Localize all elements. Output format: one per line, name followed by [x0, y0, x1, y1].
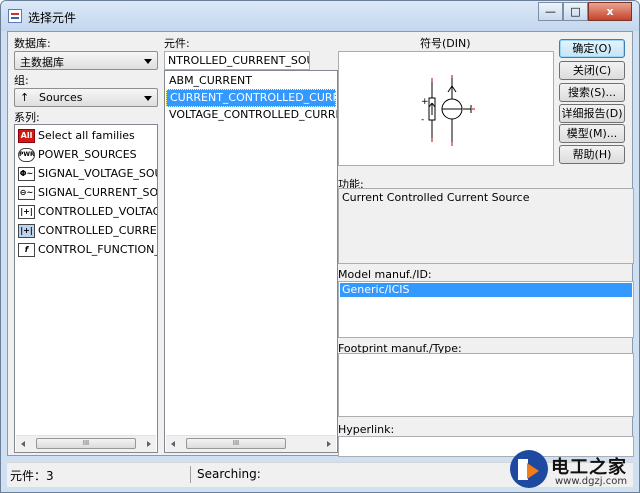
model-list[interactable]: Generic/ICIS [338, 281, 634, 338]
family-item-signal-voltage[interactable]: Φ~ SIGNAL_VOLTAGE_SOURC [16, 165, 157, 183]
scroll-right-icon[interactable] [147, 441, 151, 447]
component-hscrollbar[interactable]: III [166, 435, 336, 452]
symbol-minus: - [421, 115, 424, 125]
family-item-label: CONTROLLED_VOLTAGE_S [38, 205, 157, 218]
power-source-icon: PWR [18, 148, 35, 162]
status-divider [190, 466, 191, 483]
searching-status: Searching: [197, 467, 261, 481]
family-item-power-sources[interactable]: PWR POWER_SOURCES [16, 146, 156, 164]
title-bar[interactable]: 选择元件 — □ x [1, 1, 639, 31]
sources-icon: ↑ [20, 91, 30, 104]
family-item-controlled-voltage[interactable]: |+| CONTROLLED_VOLTAGE_S [16, 203, 157, 221]
family-item-signal-current[interactable]: ⊖~ SIGNAL_CURRENT_SOURC [16, 184, 158, 202]
controlled-current-icon: |+| [18, 224, 35, 238]
control-function-icon: f [18, 243, 35, 257]
model-label: Model manuf./ID: [338, 268, 432, 281]
group-select[interactable]: ↑ Sources [14, 88, 158, 107]
scroll-left-icon[interactable] [21, 441, 25, 447]
family-item-control-function[interactable]: f CONTROL_FUNCTION_BLO [16, 241, 157, 259]
family-hscrollbar[interactable]: III [16, 435, 156, 452]
family-label: 系列: [14, 111, 40, 124]
model-button[interactable]: 模型(M)... [559, 124, 625, 143]
help-button[interactable]: 帮助(H) [559, 145, 625, 164]
scroll-left-icon[interactable] [171, 441, 175, 447]
function-field: Current Controlled Current Source [338, 188, 634, 264]
maximize-button[interactable]: □ [563, 2, 588, 21]
scroll-thumb[interactable]: III [186, 438, 286, 449]
hyperlink-label: Hyperlink: [338, 423, 395, 436]
database-value: 主数据库 [20, 56, 64, 69]
model-item-selected[interactable]: Generic/ICIS [340, 283, 632, 297]
family-item-controlled-current[interactable]: |+| CONTROLLED_CURRENT_S [16, 222, 157, 240]
database-label: 数据库: [14, 37, 51, 50]
symbol-preview: + - [338, 51, 554, 166]
component-count: 元件：3 [10, 469, 54, 483]
group-value: Sources [39, 91, 83, 104]
watermark-url: www.dgzj.com [555, 476, 628, 487]
component-item[interactable]: ABM_CURRENT [166, 72, 336, 90]
footprint-list[interactable] [338, 353, 634, 417]
cccs-symbol-icon: + - [421, 75, 475, 146]
symbol-label: 符号(DIN) [420, 37, 471, 50]
detail-report-button[interactable]: 详细报告(D) [559, 104, 625, 123]
family-item-label: CONTROLLED_CURRENT_S [38, 224, 157, 237]
family-item-label: SIGNAL_VOLTAGE_SOURC [38, 167, 157, 180]
scroll-thumb[interactable]: III [36, 438, 136, 449]
controlled-voltage-icon: |+| [18, 205, 35, 219]
family-item-label: CONTROL_FUNCTION_BLO [38, 243, 157, 256]
signal-voltage-icon: Φ~ [18, 167, 35, 181]
symbol-plus: + [421, 97, 429, 107]
watermark-logo-icon [510, 450, 548, 488]
database-select[interactable]: 主数据库 [14, 51, 158, 70]
family-item-label: POWER_SOURCES [38, 148, 137, 161]
window-title: 选择元件 [28, 11, 77, 25]
close-window-button[interactable]: x [588, 2, 632, 21]
select-component-window: 选择元件 — □ x 数据库: 主数据库 组: ↑ Sources 系列: Al… [0, 0, 640, 493]
scroll-right-icon[interactable] [327, 441, 331, 447]
chevron-down-icon [144, 96, 152, 101]
close-button[interactable]: 关闭(C) [559, 61, 625, 80]
family-item-label: SIGNAL_CURRENT_SOURC [38, 186, 158, 199]
component-list[interactable]: ABM_CURRENT CURRENT_CONTROLLED_CURRENT_ … [164, 70, 338, 453]
dialog-body: 数据库: 主数据库 组: ↑ Sources 系列: All Select al… [7, 31, 634, 457]
component-label: 元件: [164, 37, 190, 50]
app-icon [8, 9, 22, 23]
component-item-selected[interactable]: CURRENT_CONTROLLED_CURRENT_ [166, 89, 337, 107]
all-families-icon: All [18, 129, 35, 143]
family-item-all[interactable]: All Select all families [16, 127, 156, 145]
group-label: 组: [14, 74, 29, 87]
component-name-field[interactable]: NTROLLED_CURRENT_SOURCE [164, 51, 310, 70]
ok-button[interactable]: 确定(O) [559, 39, 625, 58]
search-button[interactable]: 搜索(S)... [559, 83, 625, 102]
family-list[interactable]: All Select all families PWR POWER_SOURCE… [14, 124, 158, 453]
signal-current-icon: ⊖~ [18, 186, 35, 200]
minimize-button[interactable]: — [538, 2, 563, 21]
chevron-down-icon [144, 59, 152, 64]
family-item-label: Select all families [38, 129, 135, 142]
component-item[interactable]: VOLTAGE_CONTROLLED_CURRENT_S [166, 106, 337, 124]
